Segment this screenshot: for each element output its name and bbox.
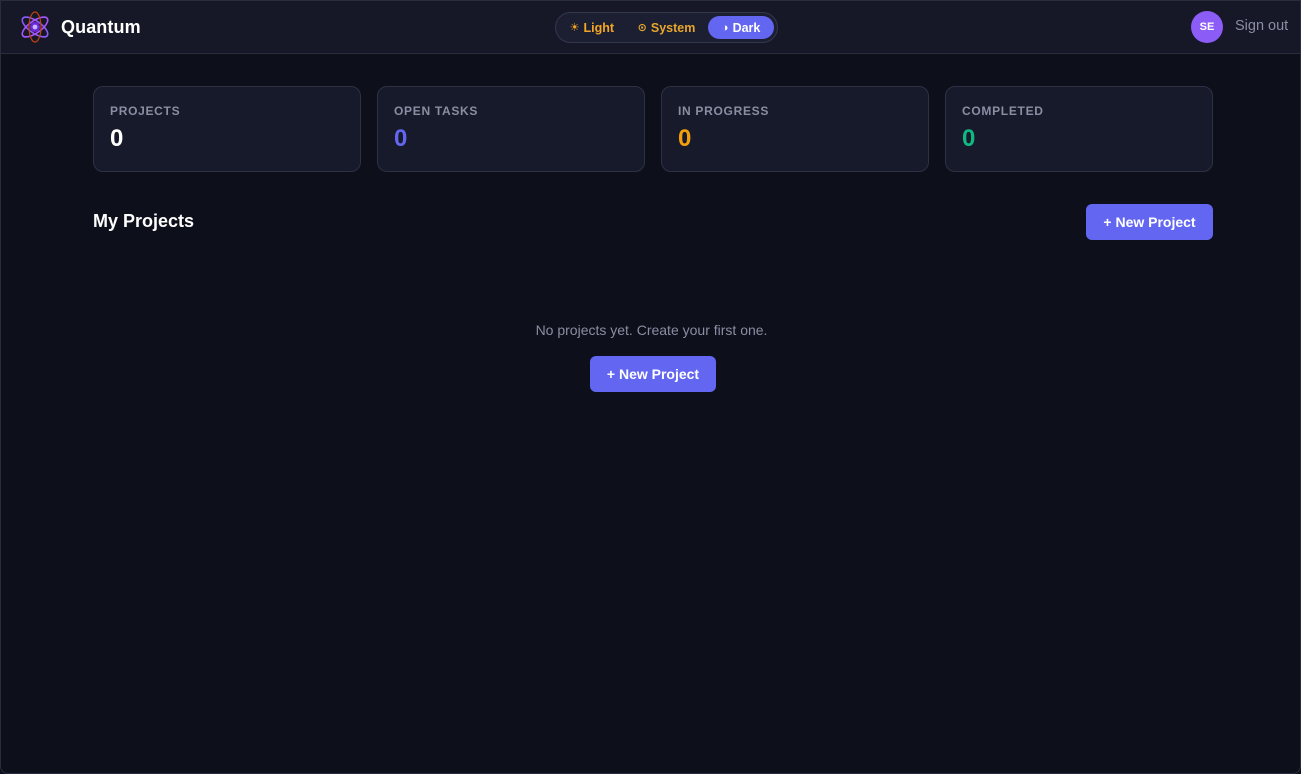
stat-label: PROJECTS [110,104,181,118]
stat-label: OPEN TASKS [394,104,479,118]
theme-light-button[interactable]: ☀ Light [559,16,625,39]
theme-dark-label: Dark [732,20,761,35]
empty-state-new-project-button[interactable]: + New Project [590,356,716,392]
sun-icon: ☀ [569,22,580,34]
stat-card-in-progress: IN PROGRESS 0 [661,86,929,172]
stat-value: 0 [110,125,124,152]
stat-label: COMPLETED [962,104,1044,118]
stat-value: 0 [962,125,976,152]
stat-value: 0 [678,125,692,152]
stat-label: IN PROGRESS [678,104,770,118]
brand[interactable]: Quantum [17,9,141,45]
empty-state-message: No projects yet. Create your first one. [535,322,768,338]
brand-name: Quantum [61,16,141,37]
stat-card-open-tasks: OPEN TASKS 0 [377,86,645,172]
user-avatar[interactable]: SE [1191,11,1223,43]
theme-dark-button[interactable]: ◑ Dark [708,16,774,39]
theme-system-label: System [650,20,696,35]
system-icon: ⊙ [637,22,647,34]
app-window: Quantum ☀ Light ⊙ System ◑ Dark SE Sign … [0,0,1301,774]
atom-logo-icon [21,11,49,43]
theme-light-label: Light [583,20,615,35]
theme-toggle: ☀ Light ⊙ System ◑ Dark [555,12,778,43]
section-title: My Projects [93,211,195,231]
sign-out-button[interactable]: Sign out [1235,18,1288,34]
half-circle-icon: ◑ [721,21,729,34]
theme-system-button[interactable]: ⊙ System [625,16,709,39]
stat-card-projects: PROJECTS 0 [93,86,361,172]
stat-value: 0 [394,125,408,152]
top-navbar: Quantum ☀ Light ⊙ System ◑ Dark SE Sign … [1,1,1300,54]
stat-card-completed: COMPLETED 0 [945,86,1213,172]
new-project-button[interactable]: + New Project [1086,204,1213,240]
